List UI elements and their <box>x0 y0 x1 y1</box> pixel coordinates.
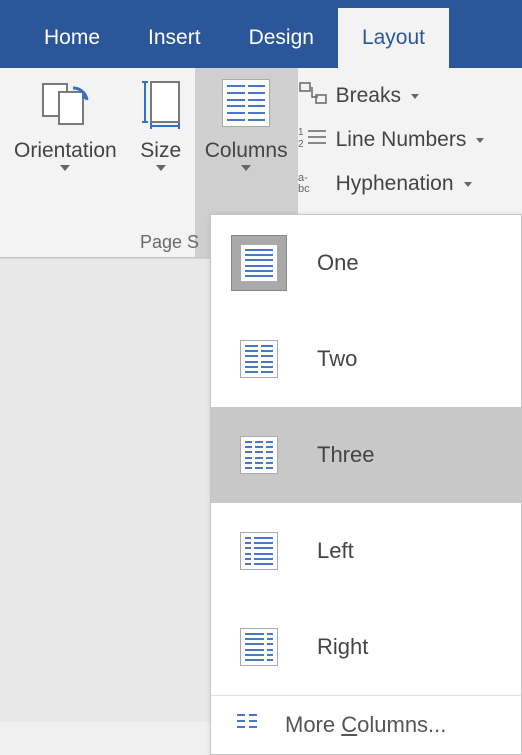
columns-option-two[interactable]: Two <box>211 311 521 407</box>
ribbon-group-caption: Page S <box>140 232 199 253</box>
columns-two-label: Two <box>317 346 357 372</box>
chevron-down-icon <box>411 94 419 99</box>
tab-layout-label: Layout <box>362 26 425 50</box>
chevron-down-icon <box>156 165 166 171</box>
size-icon <box>137 74 185 132</box>
hyphenation-button[interactable]: a- bc Hyphenation <box>298 164 489 204</box>
columns-more-button[interactable]: More Columns... <box>211 696 521 754</box>
columns-three-icon <box>231 427 287 483</box>
hyphenation-icon: a- bc <box>298 169 328 199</box>
svg-text:bc: bc <box>298 183 310 193</box>
more-columns-icon <box>237 712 265 738</box>
svg-text:2: 2 <box>298 139 304 149</box>
orientation-icon <box>37 74 93 132</box>
breaks-button[interactable]: Breaks <box>298 76 489 116</box>
breaks-label: Breaks <box>336 84 401 108</box>
columns-left-icon <box>231 523 287 579</box>
tab-insert[interactable]: Insert <box>124 8 225 68</box>
columns-option-right[interactable]: Right <box>211 599 521 695</box>
chevron-down-icon <box>476 138 484 143</box>
chevron-down-icon <box>464 182 472 187</box>
tab-bar: Home Insert Design Layout <box>0 0 522 68</box>
columns-dropdown: One Two Three Left <box>210 214 522 755</box>
columns-option-left[interactable]: Left <box>211 503 521 599</box>
tab-design[interactable]: Design <box>225 8 338 68</box>
columns-one-label: One <box>317 250 359 276</box>
line-numbers-button[interactable]: 1 2 Line Numbers <box>298 120 489 160</box>
hyphenation-label: Hyphenation <box>336 172 454 196</box>
columns-option-three[interactable]: Three <box>211 407 521 503</box>
size-button[interactable]: Size <box>127 68 195 257</box>
tab-insert-label: Insert <box>148 26 201 50</box>
breaks-icon <box>298 81 328 111</box>
chevron-down-icon <box>241 165 251 171</box>
line-numbers-icon: 1 2 <box>298 125 328 155</box>
columns-label: Columns <box>205 138 288 163</box>
chevron-down-icon <box>60 165 70 171</box>
orientation-button[interactable]: Orientation <box>4 68 127 257</box>
tab-home[interactable]: Home <box>20 8 124 68</box>
columns-one-icon <box>231 235 287 291</box>
columns-three-label: Three <box>317 442 374 468</box>
tab-design-label: Design <box>249 26 314 50</box>
columns-right-label: Right <box>317 634 368 660</box>
columns-right-icon <box>231 619 287 675</box>
columns-left-label: Left <box>317 538 354 564</box>
orientation-label: Orientation <box>14 138 117 163</box>
tab-home-label: Home <box>44 26 100 50</box>
columns-two-icon <box>231 331 287 387</box>
line-numbers-label: Line Numbers <box>336 128 467 152</box>
tab-layout[interactable]: Layout <box>338 8 449 68</box>
svg-text:1: 1 <box>298 127 304 138</box>
size-label: Size <box>140 138 181 163</box>
more-columns-label: More Columns... <box>285 712 446 738</box>
columns-option-one[interactable]: One <box>211 215 521 311</box>
columns-icon <box>222 74 270 132</box>
